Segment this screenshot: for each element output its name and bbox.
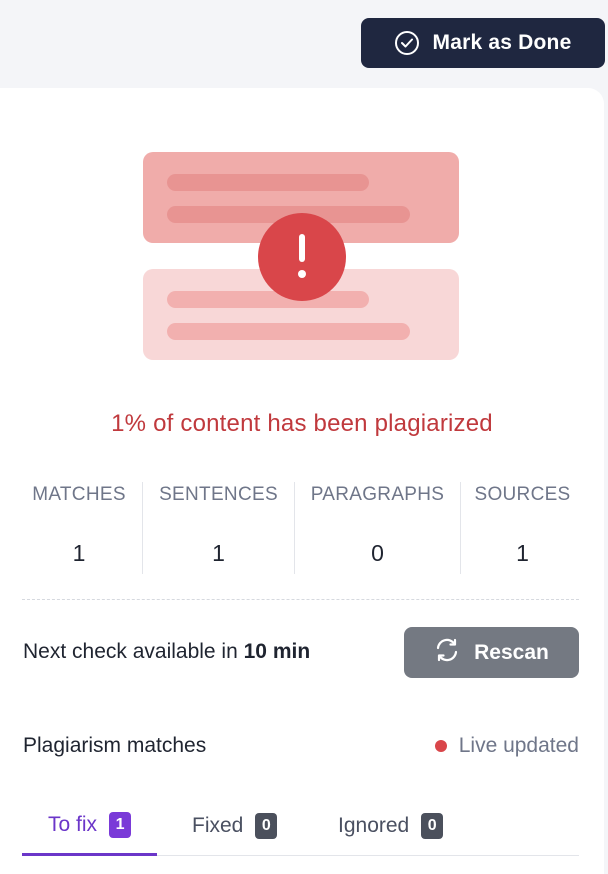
tab-label: Fixed: [192, 814, 244, 837]
stat-label: SENTENCES: [159, 484, 278, 505]
rescan-label: Rescan: [474, 640, 549, 664]
stat-label: PARAGRAPHS: [310, 484, 445, 505]
stat-value: 1: [212, 540, 225, 566]
alert-icon: [258, 213, 346, 301]
live-updated-indicator: Live updated: [434, 734, 579, 758]
live-status-dot: [434, 740, 447, 752]
mark-as-done-button[interactable]: Mark as Done: [361, 18, 605, 68]
tab-count-badge: 0: [421, 813, 444, 839]
stat-value: 1: [72, 540, 86, 566]
tab-label: Ignored: [338, 814, 410, 837]
tab-label: To fix: [48, 812, 98, 836]
stat-label: MATCHES: [32, 484, 126, 505]
plagiarism-summary: 1% of content has been plagiarized: [111, 410, 493, 437]
plagiarism-matches-heading: Plagiarism matches: [23, 734, 207, 757]
stat-matches: MATCHES 1: [16, 482, 143, 574]
tab-ignored[interactable]: Ignored 0: [312, 796, 469, 856]
tab-count-badge: 0: [255, 813, 278, 839]
stat-value: 1: [516, 540, 529, 566]
stat-label: SOURCES: [474, 484, 571, 505]
next-check-time: 10 min: [243, 640, 311, 663]
divider: [22, 599, 579, 600]
stat-sources: SOURCES 1: [461, 482, 584, 574]
check-circle-icon: [394, 31, 419, 55]
next-check-prefix: Next check available in: [23, 640, 244, 663]
tab-fixed[interactable]: Fixed 0: [166, 796, 303, 856]
stat-paragraphs: PARAGRAPHS 0: [295, 482, 461, 574]
mark-as-done-label: Mark as Done: [432, 31, 572, 54]
plagiarism-panel: Mark as Done 1% of content has been plag…: [0, 0, 608, 874]
refresh-icon: [434, 637, 460, 669]
tab-count-badge: 1: [109, 811, 132, 838]
stat-sentences: SENTENCES 1: [143, 482, 295, 574]
next-check-text: Next check available in 10 min: [23, 640, 310, 664]
plagiarism-illustration: [143, 152, 459, 360]
stat-value: 0: [371, 540, 384, 566]
stats-row: MATCHES 1 SENTENCES 1 PARAGRAPHS 0 SOURC…: [16, 482, 584, 574]
rescan-button[interactable]: Rescan: [404, 627, 579, 678]
report-card: 1% of content has been plagiarized MATCH…: [0, 88, 604, 874]
matches-tabs: To fix 1 Fixed 0 Ignored 0: [22, 796, 579, 856]
live-updated-label: Live updated: [458, 734, 579, 757]
tab-to-fix[interactable]: To fix 1: [22, 796, 158, 856]
